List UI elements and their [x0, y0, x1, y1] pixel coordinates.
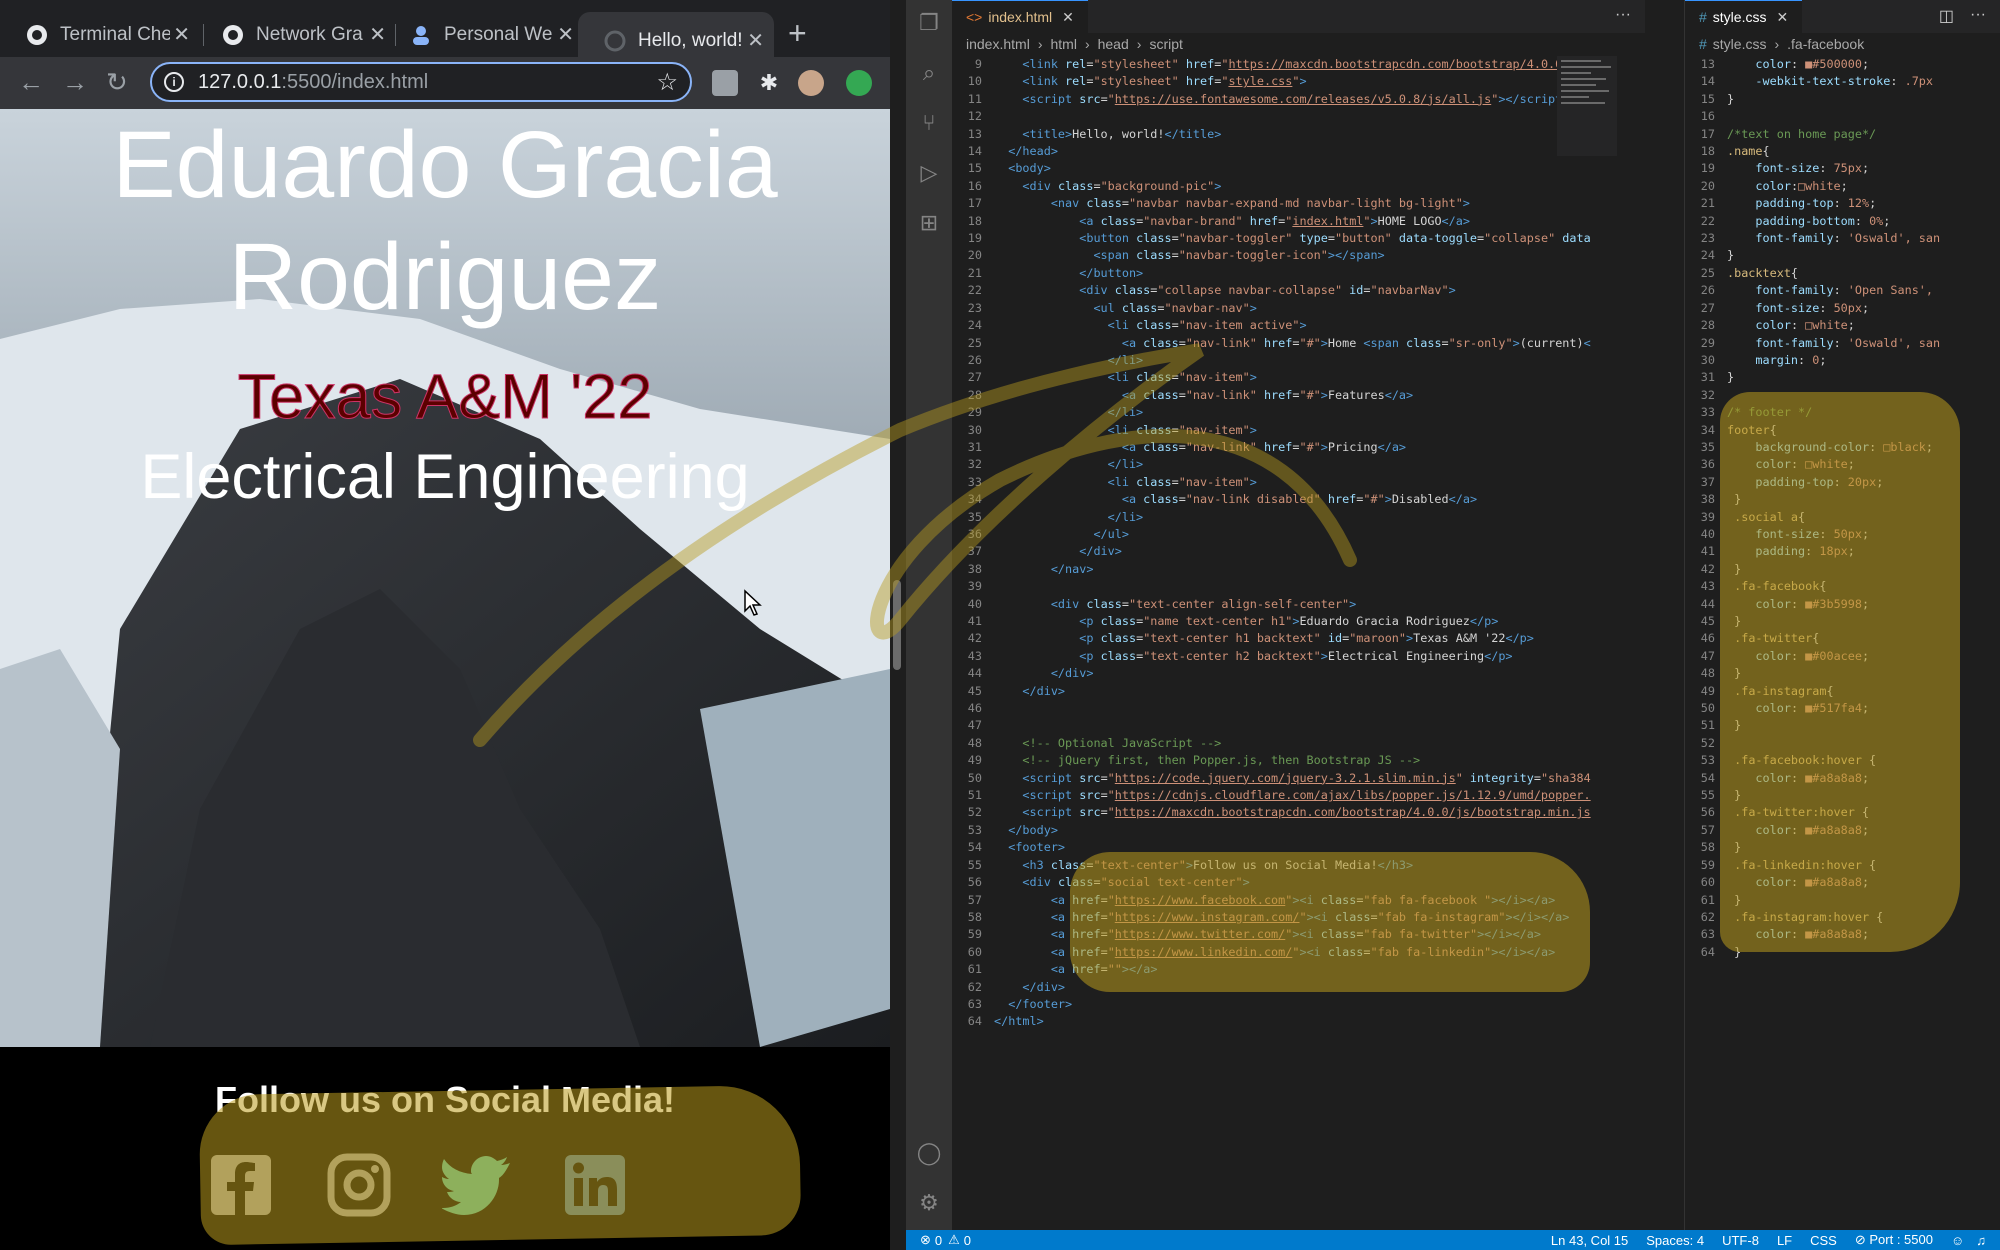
- highlight-mark: [1720, 392, 1960, 952]
- info-icon[interactable]: i: [164, 72, 184, 92]
- activity-bar: ❐ ⌕ ⑂ ▷ ⊞ ◯ ⚙: [906, 0, 952, 1230]
- split-editor-icon[interactable]: ◫: [1939, 6, 1954, 26]
- tab-network[interactable]: Network Gra ✕: [196, 12, 396, 57]
- puzzle-icon[interactable]: ✱: [756, 70, 782, 96]
- cursor-position[interactable]: Ln 43, Col 15: [1551, 1233, 1628, 1248]
- line-ending[interactable]: LF: [1777, 1233, 1792, 1248]
- language-mode[interactable]: CSS: [1810, 1233, 1837, 1248]
- hero-school: Texas A&M '22: [237, 362, 653, 433]
- bell-icon[interactable]: ♫: [1976, 1233, 1986, 1248]
- editor-tab-bar: # style.css ✕ ◫ ···: [1685, 0, 2000, 33]
- status-bar: ⊗ 0 ⚠ 0 Ln 43, Col 15 Spaces: 4 UTF-8 LF…: [906, 1230, 2000, 1250]
- globe-icon: [604, 30, 626, 52]
- breadcrumb-item[interactable]: .fa-facebook: [1787, 36, 1864, 52]
- close-icon[interactable]: ✕: [747, 28, 764, 53]
- breadcrumb: index.html › html › head › script: [966, 36, 1183, 52]
- browser-toolbar: ← → ↻ i 127.0.0.1:5500/index.html ☆ ✱: [0, 57, 890, 109]
- avatar[interactable]: [798, 70, 824, 96]
- tab-label: index.html: [988, 9, 1053, 25]
- warning-icon[interactable]: ⚠: [948, 1232, 960, 1248]
- url-host: 127.0.0.1: [198, 70, 282, 93]
- settings-gear-icon[interactable]: ⚙: [916, 1190, 942, 1216]
- bookmark-star-icon[interactable]: ☆: [656, 68, 678, 97]
- hero-name: Eduardo Gracia Rodriguez: [112, 112, 778, 330]
- tab-label: style.css: [1712, 9, 1767, 25]
- indentation[interactable]: Spaces: 4: [1646, 1233, 1704, 1248]
- html-file-icon: <>: [966, 9, 983, 25]
- github-icon: [26, 24, 48, 46]
- live-server-port[interactable]: ⊘ Port : 5500: [1855, 1232, 1933, 1248]
- scrollbar-thumb[interactable]: [893, 580, 901, 670]
- breadcrumb-item[interactable]: style.css: [1713, 36, 1767, 52]
- screen: { "browser": { "tabs": [ {"label": "Term…: [0, 0, 2000, 1250]
- tab-label: Network Gra: [256, 23, 363, 45]
- mouse-cursor-icon: [744, 589, 762, 616]
- tab-style-css[interactable]: # style.css ✕: [1685, 0, 1803, 33]
- github-icon: [222, 24, 244, 46]
- extension-icon[interactable]: [712, 70, 738, 96]
- extensions-icon[interactable]: ⊞: [916, 210, 942, 236]
- editor-tab-bar: <> index.html ✕ ···: [952, 0, 1645, 33]
- tab-label: Personal We: [444, 23, 553, 45]
- address-bar[interactable]: i 127.0.0.1:5500/index.html ☆: [150, 62, 692, 102]
- explorer-icon[interactable]: ❐: [916, 10, 942, 36]
- highlight-mark: [198, 1084, 802, 1246]
- source-control-icon[interactable]: ⑂: [916, 110, 942, 136]
- close-icon[interactable]: ✕: [1062, 9, 1074, 26]
- more-actions-icon[interactable]: ···: [1615, 6, 1631, 24]
- hero-text: Eduardo Gracia Rodriguez Texas A&M '22 E…: [0, 109, 890, 517]
- feedback-icon[interactable]: ☺: [1951, 1233, 1964, 1248]
- tab-label: Hello, world!: [638, 29, 743, 51]
- breadcrumb-item[interactable]: index.html: [966, 36, 1030, 52]
- url-path: :5500/index.html: [281, 70, 429, 93]
- url-text: 127.0.0.1:5500/index.html: [198, 71, 428, 94]
- close-icon[interactable]: ✕: [1776, 9, 1788, 26]
- page-viewport: Eduardo Gracia Rodriguez Texas A&M '22 E…: [0, 109, 890, 1047]
- more-actions-icon[interactable]: ···: [1970, 6, 1986, 24]
- minimap[interactable]: [1557, 56, 1617, 156]
- search-icon[interactable]: ⌕: [916, 60, 942, 86]
- css-file-icon: #: [1699, 9, 1707, 25]
- warning-count: 0: [963, 1232, 972, 1248]
- tab-label: Terminal Che: [60, 23, 170, 45]
- error-icon[interactable]: ⊗: [920, 1232, 931, 1248]
- tab-personal[interactable]: Personal We ✕: [384, 12, 584, 57]
- tab-index-html[interactable]: <> index.html ✕: [952, 0, 1088, 33]
- html-editor-pane: <> index.html ✕ ··· index.html › html › head…: [952, 0, 1645, 1230]
- close-icon[interactable]: ✕: [173, 22, 190, 47]
- close-icon[interactable]: ✕: [557, 22, 574, 47]
- breadcrumb-item[interactable]: html: [1050, 36, 1076, 52]
- browser-window: Terminal Che ✕ Network Gra ✕ Personal We…: [0, 0, 901, 1250]
- person-icon: [410, 24, 432, 46]
- port-label: Port : 5500: [1869, 1232, 1933, 1247]
- account-icon[interactable]: ◯: [916, 1140, 942, 1166]
- back-arrow-icon[interactable]: ←: [18, 69, 44, 95]
- reload-icon[interactable]: ↻: [106, 69, 128, 95]
- update-icon[interactable]: [846, 70, 872, 96]
- run-debug-icon[interactable]: ▷: [916, 160, 942, 186]
- new-tab-button[interactable]: +: [788, 15, 807, 52]
- breadcrumb-item[interactable]: script: [1149, 36, 1182, 52]
- error-count: 0: [934, 1232, 943, 1248]
- breadcrumb: # style.css › .fa-facebook: [1699, 36, 1865, 52]
- forward-arrow-icon[interactable]: →: [62, 69, 88, 95]
- hero-major: Electrical Engineering: [140, 442, 750, 512]
- encoding[interactable]: UTF-8: [1722, 1233, 1759, 1248]
- highlight-mark: [1070, 852, 1590, 992]
- tab-terminal[interactable]: Terminal Che ✕: [0, 12, 200, 57]
- breadcrumb-item[interactable]: head: [1098, 36, 1129, 52]
